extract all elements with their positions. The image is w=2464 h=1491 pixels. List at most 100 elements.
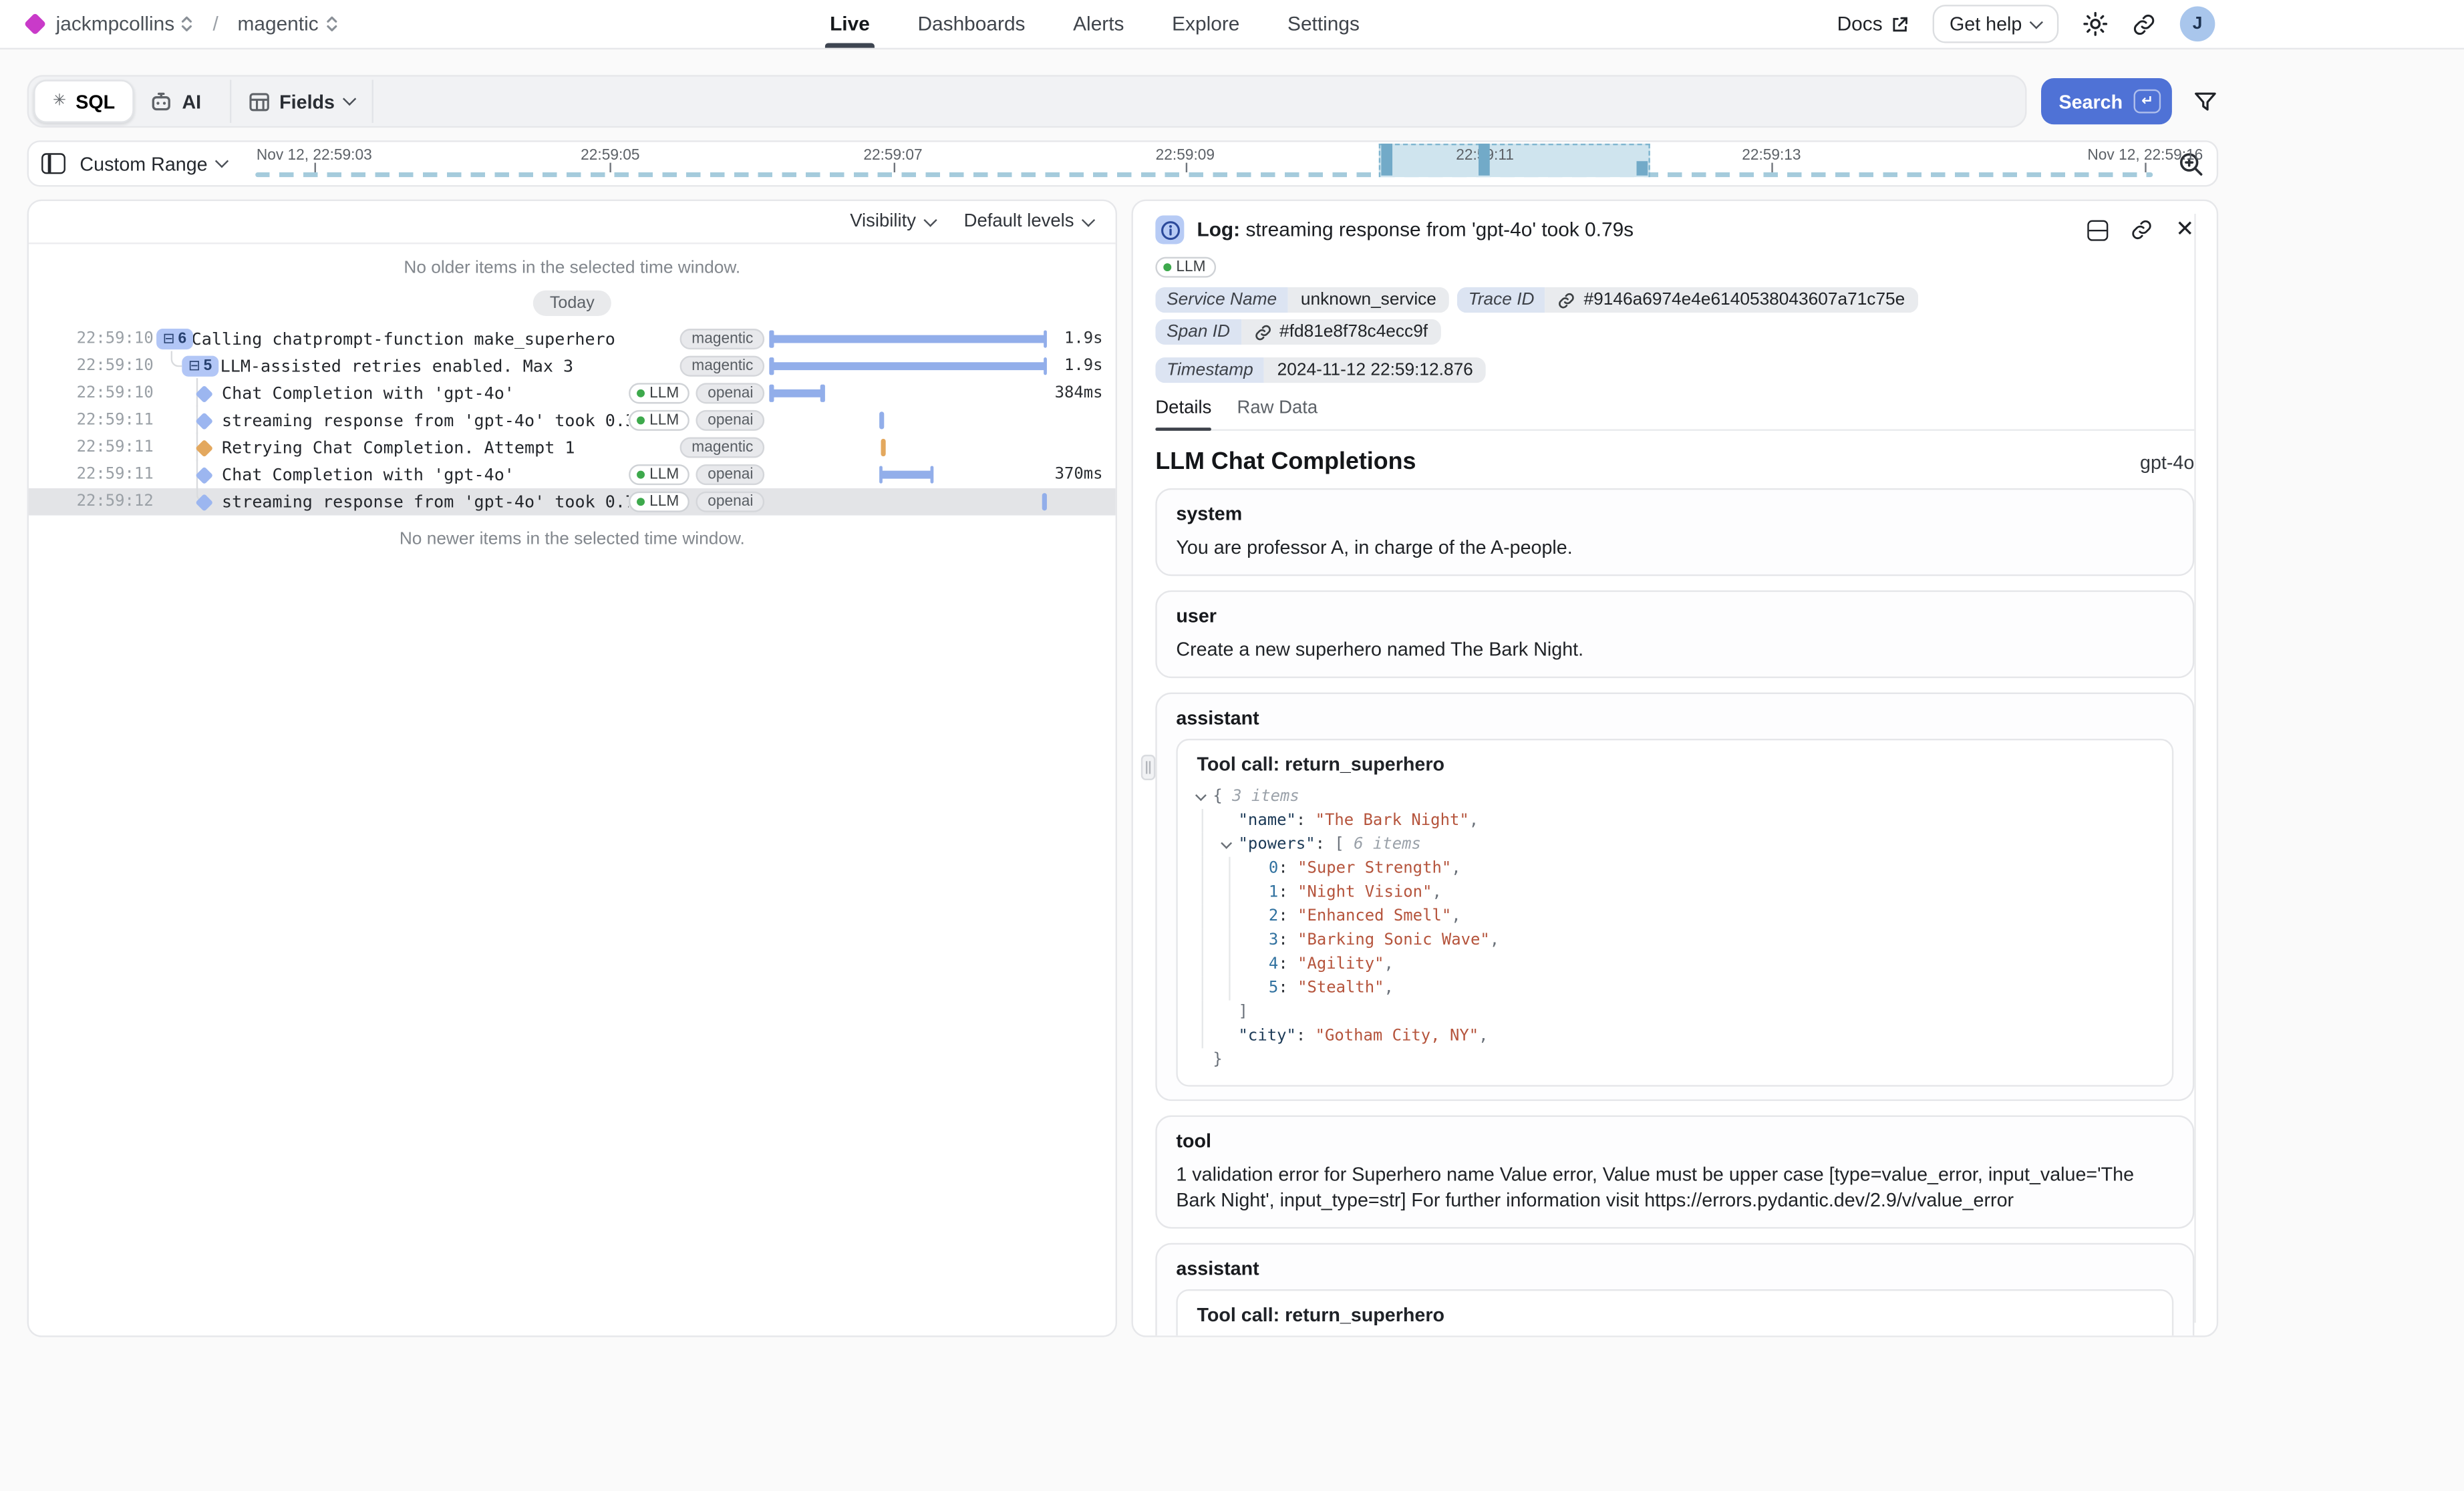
- timeline-tick-label: 22:59:07: [863, 147, 922, 164]
- tag-openai: openai: [697, 492, 765, 512]
- detail-tabs: Details Raw Data: [1155, 399, 2194, 431]
- visibility-dropdown[interactable]: Visibility: [850, 212, 935, 232]
- filter-funnel-icon[interactable]: [2193, 89, 2218, 114]
- copy-link-icon[interactable]: [2131, 218, 2153, 240]
- tag-openai: openai: [697, 383, 765, 403]
- llm-tag: LLM: [629, 464, 690, 485]
- collapse-count-badge[interactable]: ⊟6: [156, 329, 193, 349]
- share-link-icon[interactable]: [2132, 12, 2156, 36]
- span-duration-track: [771, 379, 1046, 407]
- json-line: { 3 items: [1197, 784, 2153, 808]
- llm-tag: LLM: [1155, 257, 1217, 278]
- docs-label: Docs: [1837, 13, 1883, 35]
- top-right-actions: Docs Get help J: [1837, 5, 2215, 43]
- row-timestamp: 22:59:10: [29, 357, 144, 375]
- toggle-layout-icon[interactable]: [2088, 219, 2109, 240]
- collapse-chevron-icon[interactable]: [1221, 837, 1232, 848]
- search-button[interactable]: Search ↵: [2041, 78, 2172, 124]
- panel-resize-handle[interactable]: [1141, 755, 1155, 780]
- json-line: { 3 items: [1197, 1336, 2153, 1337]
- green-dot-icon: [637, 416, 645, 424]
- message-text: 1 validation error for Superhero name Va…: [1176, 1161, 2173, 1214]
- log-row[interactable]: 22:59:12streaming response from 'gpt-4o'…: [29, 488, 1116, 516]
- span-duration-track: [771, 461, 1046, 488]
- tab-details[interactable]: Details: [1155, 399, 1211, 429]
- attribute-chip-trace-id[interactable]: Trace ID#9146a6974e4e6140538043607a71c75…: [1457, 287, 1917, 313]
- docs-link[interactable]: Docs: [1837, 13, 1908, 35]
- model-name: gpt-4o: [2140, 452, 2194, 474]
- timeline-track[interactable]: Nov 12, 22:59:0322:59:0522:59:0722:59:09…: [255, 142, 2153, 185]
- timeline-tick-mark: [2145, 163, 2147, 172]
- org-name: jackmpcollins: [56, 13, 175, 35]
- nav-tab-dashboards[interactable]: Dashboards: [917, 0, 1025, 48]
- json-line: "name": "The Bark Night",: [1197, 808, 2153, 832]
- log-row[interactable]: 22:59:11Retrying Chat Completion. Attemp…: [29, 434, 1116, 462]
- log-tick-mark: [1042, 493, 1047, 510]
- scrollbar-track[interactable]: [2194, 214, 2195, 1323]
- top-bar: jackmpcollins / magentic LiveDashboardsA…: [0, 0, 2464, 49]
- fields-button[interactable]: Fields: [231, 79, 373, 122]
- get-help-button[interactable]: Get help: [1932, 5, 2059, 43]
- nav-tab-explore[interactable]: Explore: [1172, 0, 1239, 48]
- row-main: ⊟5LLM-assisted retries enabled. Max 3: [144, 353, 681, 380]
- row-tags: LLMopenai: [629, 383, 764, 403]
- chip-label: Timestamp: [1155, 357, 1264, 383]
- message-card-assistant: assistantTool call: return_superhero{ 3 …: [1155, 1243, 2194, 1337]
- log-row[interactable]: 22:59:11streaming response from 'gpt-4o'…: [29, 407, 1116, 434]
- attribute-chip-span-id[interactable]: Span ID#fd81e8f78c4ecc9f: [1155, 319, 1440, 345]
- child-count: 5: [204, 357, 212, 375]
- logfire-app: jackmpcollins / magentic LiveDashboardsA…: [0, 0, 2464, 1490]
- row-tags: magentic: [681, 356, 765, 377]
- row-timestamp: 22:59:11: [29, 411, 144, 429]
- nav-tab-live[interactable]: Live: [830, 0, 870, 48]
- chip-value: unknown_service: [1288, 287, 1449, 313]
- log-row[interactable]: 22:59:10⊟5LLM-assisted retries enabled. …: [29, 353, 1116, 380]
- collapse-count-badge[interactable]: ⊟5: [182, 356, 218, 377]
- time-range-selector[interactable]: Custom Range: [80, 152, 226, 174]
- timeline-selection[interactable]: [1379, 144, 1650, 177]
- robot-icon: [150, 91, 172, 112]
- main-content: Visibility Default levels No older items…: [27, 200, 2219, 1337]
- row-main: ⊟6Calling chatprompt-function make_super…: [144, 325, 681, 353]
- nav-tab-alerts[interactable]: Alerts: [1073, 0, 1124, 48]
- user-avatar[interactable]: J: [2180, 7, 2215, 42]
- tag-openai: openai: [697, 410, 765, 431]
- ai-mode-button[interactable]: AI: [134, 79, 217, 122]
- nav-tab-settings[interactable]: Settings: [1287, 0, 1360, 48]
- row-duration: 370ms: [1046, 466, 1116, 483]
- message-role: system: [1176, 502, 2173, 524]
- json-line: 3: "Barking Sonic Wave",: [1197, 928, 2153, 952]
- log-row[interactable]: 22:59:10⊟6Calling chatprompt-function ma…: [29, 325, 1116, 353]
- theme-toggle-sun-icon[interactable]: [2083, 11, 2108, 37]
- query-input[interactable]: [373, 79, 2020, 122]
- tab-raw-data[interactable]: Raw Data: [1237, 399, 1318, 429]
- llm-section-header: LLM Chat Completions gpt-4o: [1155, 448, 2194, 476]
- message-role: assistant: [1176, 706, 2173, 728]
- close-icon[interactable]: ✕: [2175, 218, 2194, 240]
- sql-mode-button[interactable]: ✳ SQL: [33, 79, 134, 122]
- timeline-tick-label: 22:59:05: [581, 147, 639, 164]
- timeline-histogram-bar: [1637, 161, 1648, 175]
- org-selector[interactable]: jackmpcollins: [56, 13, 194, 35]
- fields-label: Fields: [279, 90, 335, 112]
- span-bar: [771, 389, 823, 397]
- chip-label: Span ID: [1155, 319, 1241, 345]
- row-duration: 384ms: [1046, 385, 1116, 402]
- log-row[interactable]: 22:59:11Chat Completion with 'gpt-4o'LLM…: [29, 461, 1116, 488]
- log-row[interactable]: 22:59:10Chat Completion with 'gpt-4o'LLM…: [29, 379, 1116, 407]
- default-levels-dropdown[interactable]: Default levels: [964, 212, 1094, 232]
- span-duration-track: [771, 325, 1046, 353]
- date-separator: Today: [29, 287, 1116, 316]
- message-role: user: [1176, 605, 2173, 627]
- collapse-chevron-icon[interactable]: [1195, 789, 1207, 800]
- attribute-chip-timestamp: Timestamp2024-11-12 22:59:12.876: [1155, 357, 1486, 383]
- detail-header: Log: streaming response from 'gpt-4o' to…: [1155, 215, 2194, 244]
- span-bar: [881, 471, 933, 479]
- row-message: streaming response from 'gpt-4o' took 0.…: [144, 492, 629, 512]
- collapse-panel-icon[interactable]: [41, 153, 65, 174]
- row-main: Chat Completion with 'gpt-4o': [144, 461, 629, 488]
- search-label: Search: [2058, 90, 2123, 112]
- timeline-tick-label: 22:59:09: [1156, 147, 1215, 164]
- green-dot-icon: [637, 471, 645, 479]
- project-selector[interactable]: magentic: [237, 13, 337, 35]
